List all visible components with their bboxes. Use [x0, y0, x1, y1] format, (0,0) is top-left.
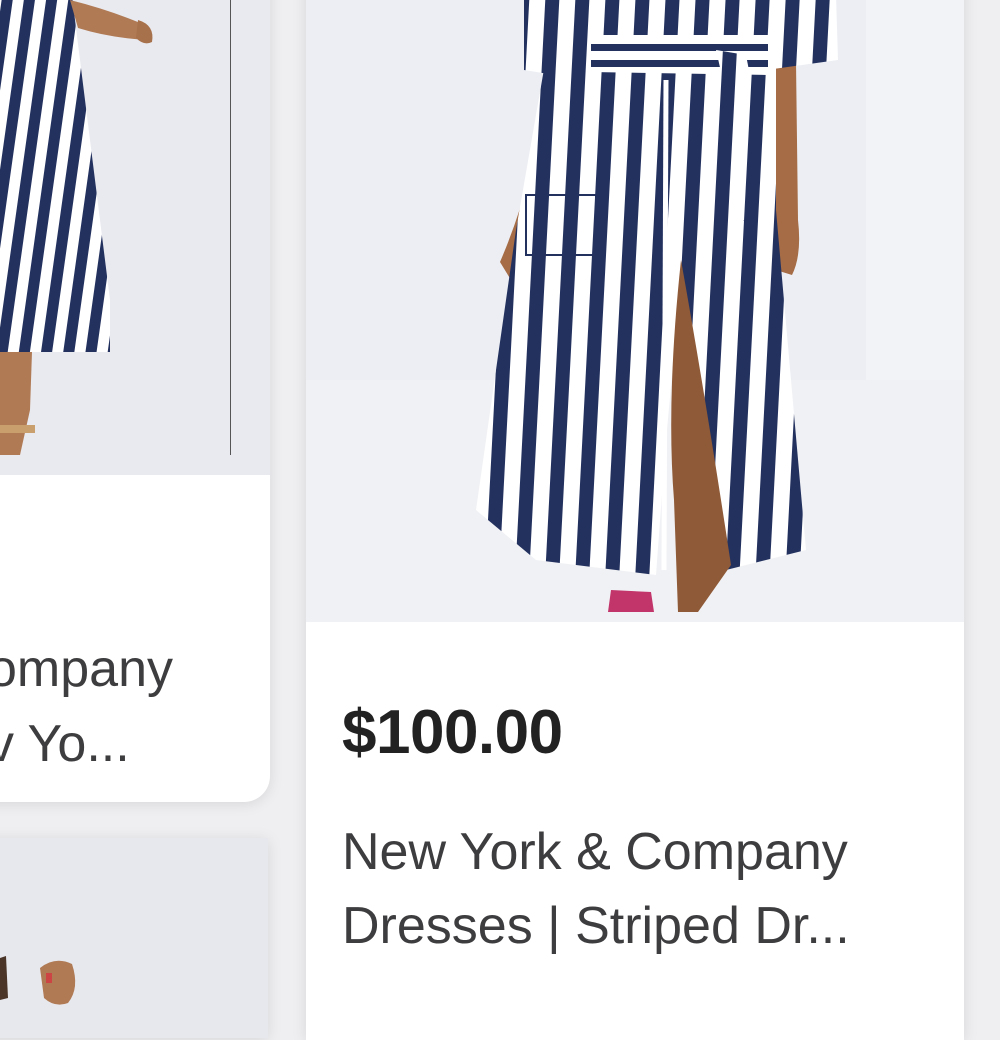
- listing-card-left-bottom[interactable]: [0, 838, 268, 1038]
- listing-price: $100.00: [342, 698, 563, 767]
- listing-card-left[interactable]: ompany v Yo...: [0, 0, 270, 802]
- listing-title-line2: v Yo...: [0, 715, 130, 773]
- model-photo: [0, 838, 268, 1038]
- listing-title-line1: ompany: [0, 640, 173, 698]
- listing-title-line1: New York & Company: [342, 823, 848, 881]
- listing-title-line2: Dresses | Striped Dr...: [342, 897, 850, 955]
- listing-card-main[interactable]: $100.00 New York & Company Dresses | Str…: [306, 0, 964, 1040]
- photo-edge: [230, 0, 231, 455]
- listing-photo[interactable]: [0, 838, 268, 1038]
- listing-photo[interactable]: [306, 0, 964, 622]
- striped-dress-photo: [306, 0, 964, 622]
